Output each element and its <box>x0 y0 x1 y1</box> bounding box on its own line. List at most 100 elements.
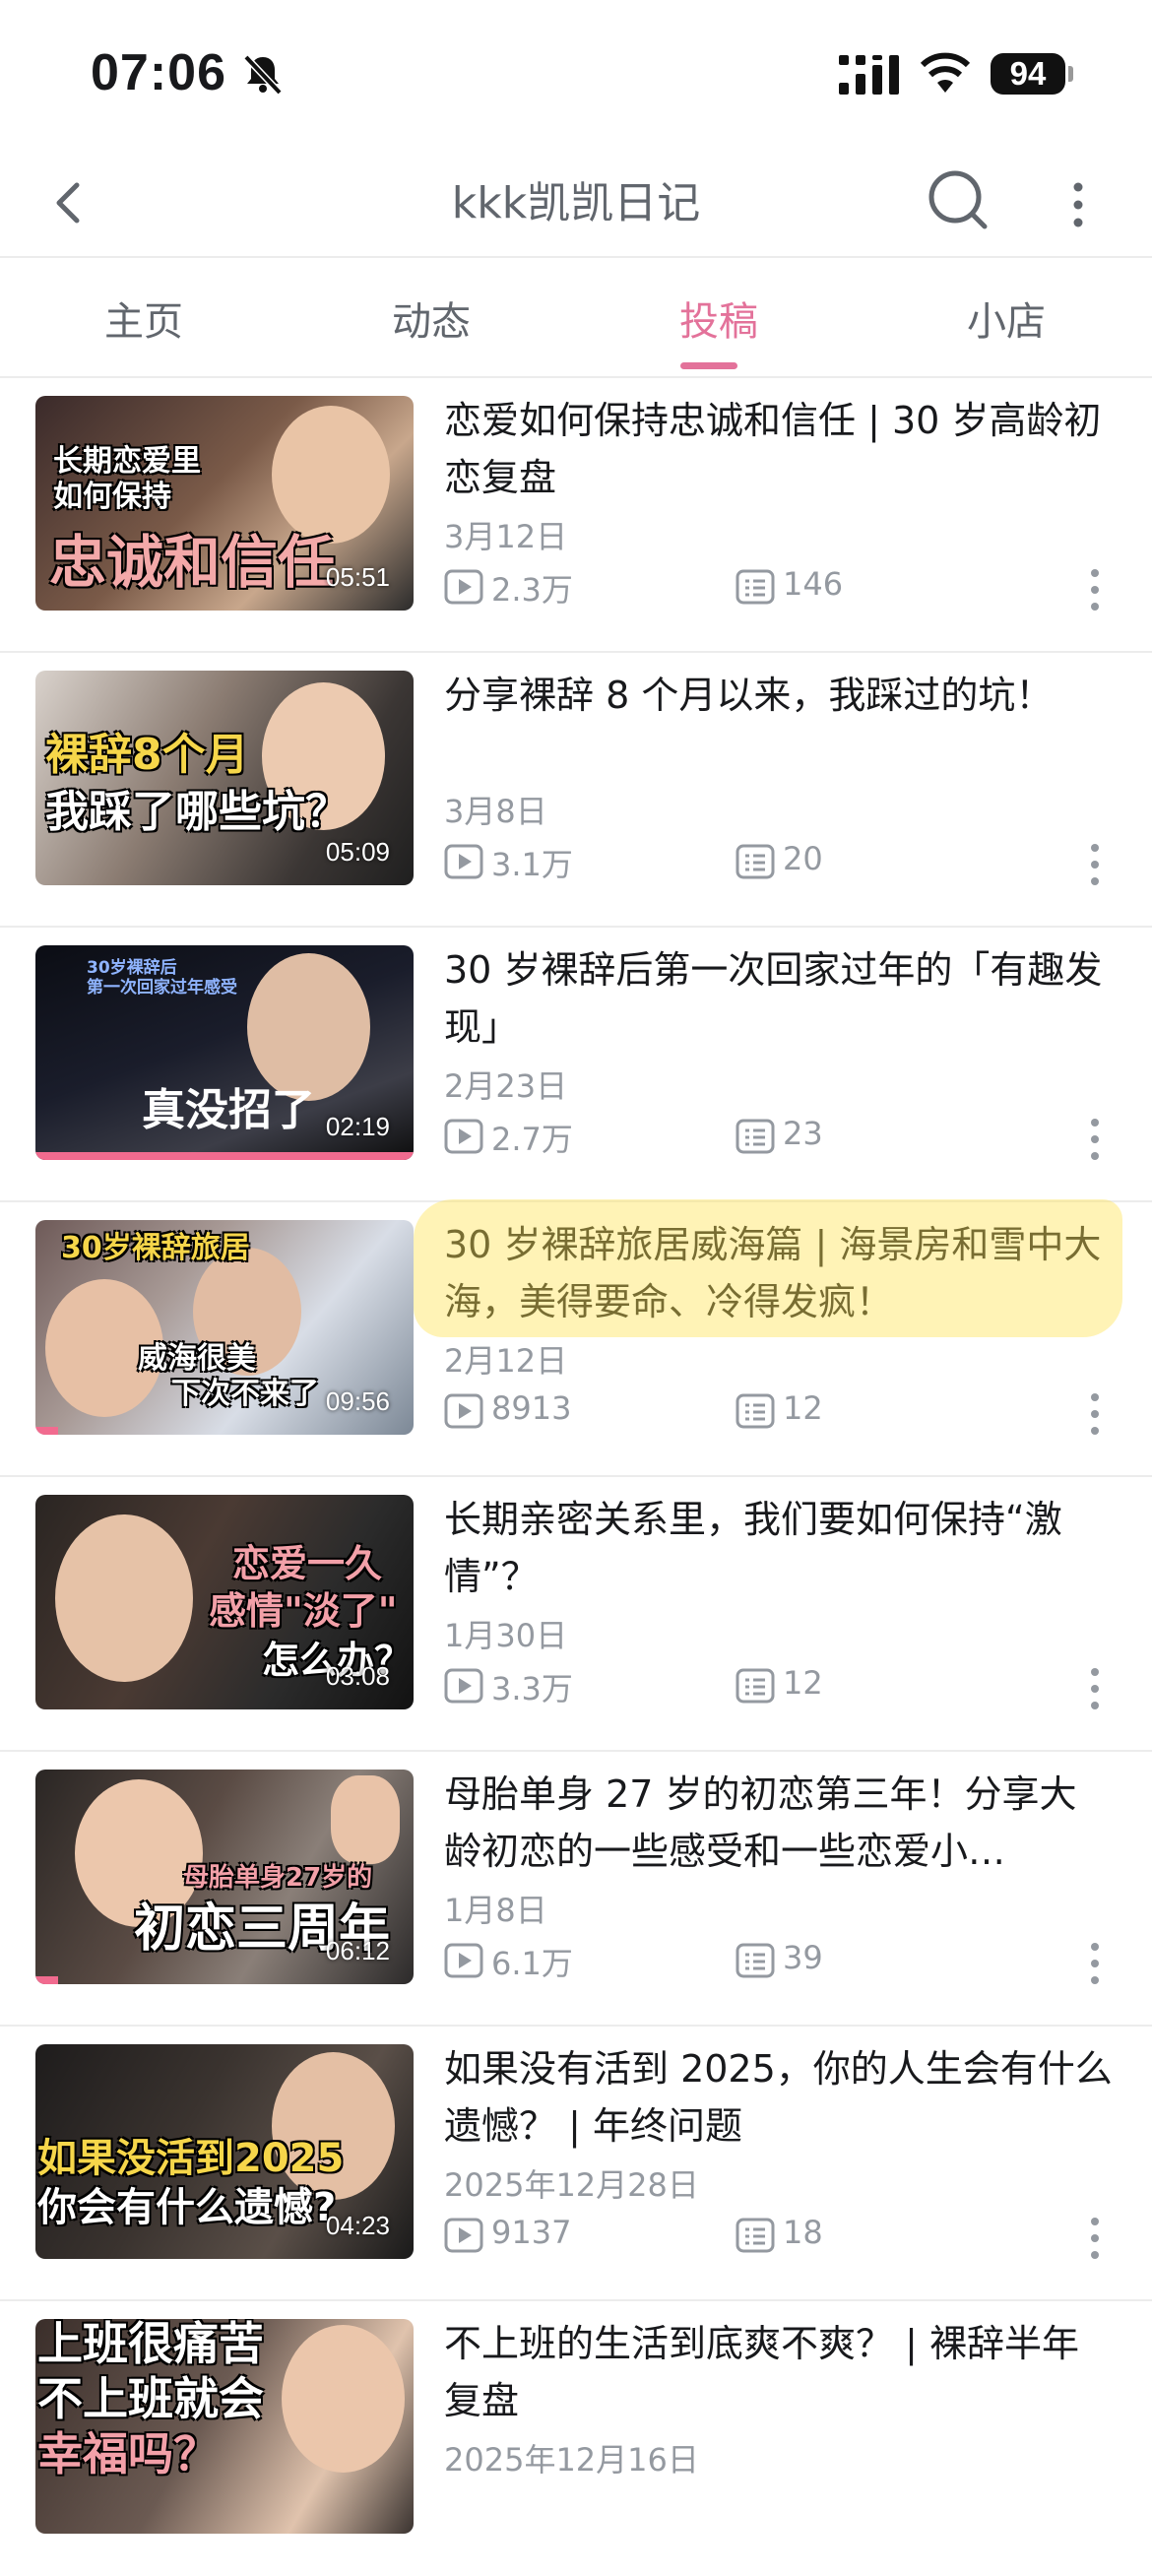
video-item[interactable]: 长期恋爱里 如何保持 忠诚和信任 05:51 恋爱如何保持忠诚和信任 | 30 … <box>0 378 1152 653</box>
video-item[interactable]: 30岁裸辞旅居 威海很美 下次不来了 09:56 30 岁裸辞旅居威海篇 | 海… <box>0 1202 1152 1477</box>
comment-count-icon <box>736 1668 775 1704</box>
thumbnail-caption: 忠诚和信任 <box>49 529 336 596</box>
battery-indicator: 94 <box>991 53 1065 95</box>
video-title[interactable]: 母胎单身 27 岁的初恋第三年！分享大龄初恋的一些感受和一些恋爱小… <box>444 1766 1114 1880</box>
item-more-icon[interactable] <box>1087 1391 1103 1437</box>
video-thumbnail[interactable]: 30岁裸辞后 第一次回家过年感受 真没招了 02:19 <box>35 945 414 1160</box>
video-date: 1月8日 <box>444 1892 547 1929</box>
item-more-icon[interactable] <box>1087 1941 1103 1986</box>
thumbnail-caption: 下次不来了 <box>171 1377 319 1411</box>
video-title[interactable]: 分享裸辞 8 个月以来，我踩过的坑！ <box>444 667 1114 724</box>
video-item[interactable]: 母胎单身27岁的 初恋三周年 06:12 母胎单身 27 岁的初恋第三年！分享大… <box>0 1752 1152 2027</box>
item-more-icon[interactable] <box>1087 1117 1103 1162</box>
play-count-icon <box>444 569 483 605</box>
thumbnail-caption: 恋爱一久 <box>232 1542 383 1585</box>
thumbnail-caption: 威海很美 <box>138 1341 256 1376</box>
item-more-icon[interactable] <box>1087 2216 1103 2261</box>
thumbnail-caption: 如果没活到2025 <box>37 2136 345 2181</box>
comment-count: 20 <box>783 840 823 877</box>
item-more-icon[interactable] <box>1087 567 1103 612</box>
comment-count-icon <box>736 1119 775 1154</box>
video-duration: 09:56 <box>325 1386 390 1416</box>
video-thumbnail[interactable]: 上班很痛苦 不上班就会 幸福吗？ <box>35 2319 414 2534</box>
video-duration: 02:19 <box>325 1112 390 1141</box>
active-tab-indicator <box>680 362 737 369</box>
video-date: 2月23日 <box>444 1067 568 1105</box>
video-stats: 2.7万 23 <box>444 1113 1133 1162</box>
video-item[interactable]: 如果没活到2025 你会有什么遗憾? 04:23 如果没有活到 2025，你的人… <box>0 2027 1152 2301</box>
video-date: 2月12日 <box>444 1342 568 1380</box>
video-thumbnail[interactable]: 如果没活到2025 你会有什么遗憾? 04:23 <box>35 2044 414 2259</box>
thumbnail-caption: 长期恋爱里 <box>53 444 201 479</box>
video-thumbnail[interactable]: 母胎单身27岁的 初恋三周年 06:12 <box>35 1770 414 1984</box>
view-count: 9137 <box>491 2214 572 2251</box>
video-title[interactable]: 不上班的生活到底爽不爽？ | 裸辞半年复盘 <box>444 2315 1114 2429</box>
video-title[interactable]: 恋爱如何保持忠诚和信任 | 30 岁高龄初恋复盘 <box>444 392 1114 506</box>
search-icon[interactable] <box>926 161 991 236</box>
video-thumbnail[interactable]: 长期恋爱里 如何保持 忠诚和信任 05:51 <box>35 396 414 611</box>
tab-dynamics[interactable]: 动态 <box>288 290 575 347</box>
cellular-signal-icon <box>839 55 899 95</box>
video-title[interactable]: 30 岁裸辞后第一次回家过年的「有趣发现」 <box>444 941 1114 1056</box>
comment-count-icon <box>736 1943 775 1978</box>
thumbnail-caption: 我踩了哪些坑？ <box>45 787 349 837</box>
video-stats: 6.1万 39 <box>444 1937 1133 1986</box>
comment-count: 146 <box>783 565 844 603</box>
play-count-icon <box>444 844 483 879</box>
video-thumbnail[interactable]: 30岁裸辞旅居 威海很美 下次不来了 09:56 <box>35 1220 414 1435</box>
comment-count-icon <box>736 569 775 605</box>
video-stats: 8913 12 <box>444 1387 1133 1437</box>
comment-count-icon <box>736 844 775 879</box>
comment-count-icon <box>736 1393 775 1429</box>
video-title[interactable]: 长期亲密关系里，我们要如何保持“激情”？ <box>444 1491 1114 1605</box>
item-more-icon[interactable] <box>1087 1666 1103 1711</box>
video-date: 2025年12月16日 <box>444 2441 699 2479</box>
comment-count: 23 <box>783 1115 823 1152</box>
comment-count: 12 <box>783 1664 823 1702</box>
watch-progress-bar <box>35 1427 59 1435</box>
watch-progress-bar <box>35 1152 414 1160</box>
play-count-icon <box>444 2218 483 2253</box>
thumbnail-caption: 不上班就会 <box>37 2372 264 2425</box>
video-stats: 9137 18 <box>444 2212 1133 2261</box>
profile-tabs: 主页 动态 投稿 小店 <box>0 258 1152 378</box>
video-item[interactable]: 30岁裸辞后 第一次回家过年感受 真没招了 02:19 30 岁裸辞后第一次回家… <box>0 928 1152 1202</box>
video-duration: 04:23 <box>325 2211 390 2240</box>
video-date: 1月30日 <box>444 1617 568 1654</box>
video-stats: 2.3万 146 <box>444 563 1133 612</box>
tab-uploads[interactable]: 投稿 <box>575 290 863 347</box>
video-duration: 03:08 <box>325 1661 390 1691</box>
bell-muted-icon <box>243 54 283 96</box>
play-count-icon <box>444 1668 483 1704</box>
status-time: 07:06 <box>91 44 226 101</box>
more-vertical-icon[interactable] <box>1063 165 1093 244</box>
status-bar: 07:06 94 <box>0 0 1152 148</box>
video-date: 3月12日 <box>444 518 568 555</box>
video-duration: 06:12 <box>325 1936 390 1965</box>
video-item[interactable]: 裸辞8个月 我踩了哪些坑？ 05:09 分享裸辞 8 个月以来，我踩过的坑！ 3… <box>0 653 1152 928</box>
thumbnail-caption: 上班很痛苦 <box>37 2319 264 2370</box>
video-stats: 3.3万 12 <box>444 1662 1133 1711</box>
video-item[interactable]: 上班很痛苦 不上班就会 幸福吗？ 不上班的生活到底爽不爽？ | 裸辞半年复盘 2… <box>0 2301 1152 2576</box>
item-more-icon[interactable] <box>1087 842 1103 887</box>
video-title[interactable]: 如果没有活到 2025，你的人生会有什么遗憾？ | 年终问题 <box>444 2040 1114 2155</box>
video-item[interactable]: 恋爱一久 感情"淡了" 怎么办？ 03:08 长期亲密关系里，我们要如何保持“激… <box>0 1477 1152 1752</box>
view-count: 6.1万 <box>491 1945 573 1982</box>
play-count-icon <box>444 1943 483 1978</box>
video-thumbnail[interactable]: 裸辞8个月 我踩了哪些坑？ 05:09 <box>35 671 414 885</box>
tab-shop[interactable]: 小店 <box>863 290 1150 347</box>
comment-count: 39 <box>783 1939 823 1976</box>
video-title[interactable]: 30 岁裸辞旅居威海篇 | 海景房和雪中大海，美得要命、冷得发疯！ <box>444 1216 1114 1330</box>
video-thumbnail[interactable]: 恋爱一久 感情"淡了" 怎么办？ 03:08 <box>35 1495 414 1709</box>
thumbnail-caption: 第一次回家过年感受 <box>87 978 237 998</box>
tab-home[interactable]: 主页 <box>0 290 288 347</box>
view-count: 2.3万 <box>491 571 573 609</box>
thumbnail-caption: 裸辞8个月 <box>45 730 249 780</box>
thumbnail-caption: 30岁裸辞后 <box>87 958 177 978</box>
video-date: 3月8日 <box>444 793 547 830</box>
thumbnail-caption: 母胎单身27岁的 <box>183 1863 373 1893</box>
video-list: 长期恋爱里 如何保持 忠诚和信任 05:51 恋爱如何保持忠诚和信任 | 30 … <box>0 378 1152 2576</box>
thumbnail-caption: 真没招了 <box>142 1085 315 1135</box>
video-date: 2025年12月28日 <box>444 2166 699 2204</box>
view-count: 2.7万 <box>491 1121 573 1158</box>
